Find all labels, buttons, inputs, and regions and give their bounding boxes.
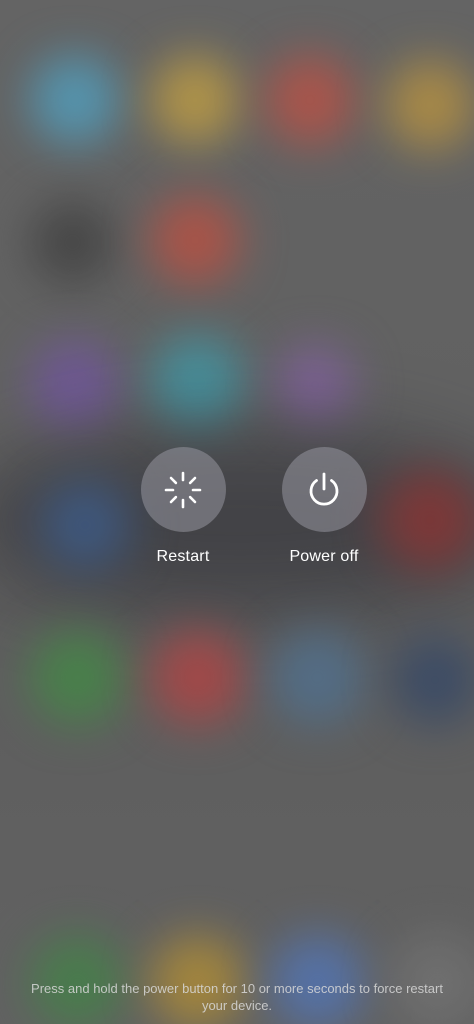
restart-spinner-icon bbox=[163, 470, 203, 510]
force-restart-hint: Press and hold the power button for 10 o… bbox=[31, 981, 443, 1013]
restart-option[interactable]: Restart bbox=[113, 447, 253, 566]
restart-button[interactable] bbox=[140, 447, 226, 532]
power-off-label[interactable]: Power off bbox=[289, 548, 358, 566]
power-off-option[interactable]: Power off bbox=[254, 447, 394, 566]
power-icon bbox=[304, 470, 344, 510]
power-off-button[interactable] bbox=[281, 447, 367, 532]
power-menu: Restart Power off bbox=[0, 447, 474, 577]
restart-label[interactable]: Restart bbox=[157, 548, 210, 566]
